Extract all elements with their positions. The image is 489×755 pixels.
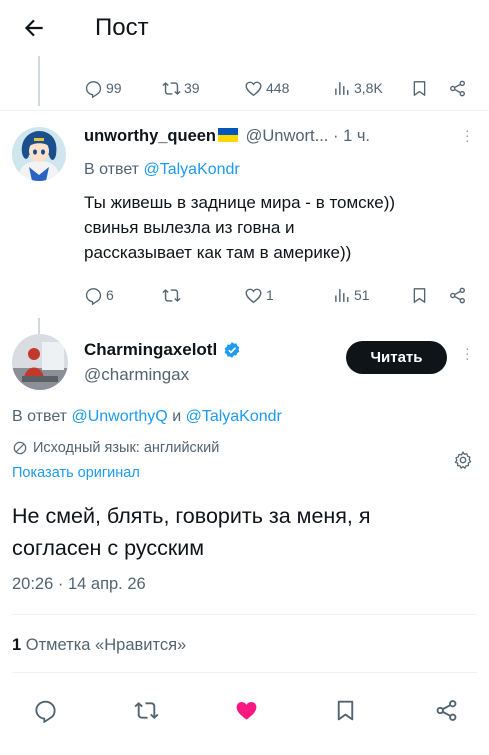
like-count: 1 [266, 287, 274, 303]
reply-button[interactable]: 99 [84, 76, 122, 100]
retweet-icon [134, 701, 158, 719]
translate-icon [13, 441, 27, 455]
reply-count: 6 [106, 287, 114, 303]
share-icon [450, 80, 465, 96]
ukraine-flag-icon [218, 128, 239, 142]
more-options-icon[interactable]: · · · [465, 341, 470, 365]
views-button[interactable]: 51 [332, 283, 370, 307]
reply-icon [85, 287, 102, 305]
retweet-button[interactable] [131, 695, 161, 725]
retweet-count: 39 [184, 80, 200, 96]
replying-to: В ответ @UnworthyQ и @TalyaKondr [12, 408, 282, 426]
views-icon [335, 81, 349, 95]
bookmark-icon [413, 287, 426, 303]
views-count: 3,8K [354, 80, 383, 96]
tweet-text: Ты живешь в заднице мира - в томске)) св… [84, 190, 479, 265]
verified-badge-icon [224, 342, 240, 358]
reply-tweet-header: unworthy_queen @Unwort... · 1 ч. [84, 127, 469, 151]
like-button[interactable] [231, 695, 261, 725]
like-button[interactable]: 448 [244, 76, 289, 100]
divider [0, 110, 489, 111]
views-count: 51 [354, 287, 370, 303]
heart-icon [245, 81, 262, 96]
handle[interactable]: @charmingax [84, 365, 189, 385]
reply-icon [34, 700, 56, 723]
reply-count: 99 [106, 80, 122, 96]
avatar[interactable] [12, 334, 68, 390]
tweet-text-line: свинья вылезла из говна и [84, 218, 295, 237]
username[interactable]: unworthy_queen [84, 127, 216, 145]
share-button[interactable] [448, 283, 467, 307]
bookmark-button[interactable] [330, 695, 360, 725]
avatar[interactable] [12, 127, 66, 181]
reply-button[interactable] [30, 695, 60, 725]
retweet-icon [162, 288, 181, 302]
share-icon [436, 699, 456, 721]
reply-button[interactable]: 6 [84, 283, 114, 307]
translation-note: Исходный язык: английский [12, 440, 219, 456]
divider [12, 614, 477, 615]
like-count: 448 [266, 80, 290, 96]
tweet-text-line: согласен с русским [12, 536, 205, 560]
post-timestamp[interactable]: 20:26 · 14 апр. 26 [12, 575, 146, 594]
follow-button[interactable]: Читать [346, 341, 447, 374]
main-tweet-actions [0, 695, 489, 729]
divider [12, 672, 477, 673]
show-original-link[interactable]: Показать оригинал [12, 465, 140, 481]
retweet-button[interactable] [162, 283, 181, 307]
handle[interactable]: @Unwort... [246, 127, 329, 145]
heart-filled-icon [236, 701, 256, 720]
likes-summary[interactable]: 1 Отметка «Нравится» [12, 636, 186, 655]
share-button[interactable] [448, 76, 467, 100]
bookmark-button[interactable] [410, 283, 429, 307]
likes-count: 1 [12, 636, 22, 654]
likes-label: Отметка «Нравится» [25, 636, 187, 654]
retweet-icon [162, 81, 181, 95]
replying-prefix: В ответ [12, 408, 68, 425]
display-name[interactable]: Charmingaxelotl [84, 340, 241, 360]
more-options-icon[interactable]: · · · [465, 123, 470, 147]
top-bar: Пост [0, 0, 489, 54]
tweet-text-line: Ты живешь в заднице мира - в томске)) [84, 193, 396, 212]
page-title: Пост [95, 14, 149, 41]
views-icon [335, 288, 349, 302]
views-button[interactable]: 3,8K [332, 76, 383, 100]
share-button[interactable] [431, 695, 461, 725]
gear-icon[interactable] [453, 450, 473, 470]
tweet-text: Не смей, блять, говорить за меня, я согл… [12, 500, 472, 564]
mention-link[interactable]: @UnworthyQ [71, 408, 167, 425]
bookmark-icon [337, 700, 353, 720]
reply-tweet-actions: 6 1 51 [84, 283, 469, 307]
username: Charmingaxelotl [84, 340, 218, 359]
back-arrow-icon[interactable] [18, 12, 50, 44]
like-button[interactable]: 1 [244, 283, 274, 307]
share-icon [450, 287, 465, 303]
replying-prefix: В ответ [84, 161, 140, 178]
tweet-text-line: Не смей, блять, говорить за меня, я [12, 504, 371, 528]
heart-icon [245, 288, 262, 303]
parent-tweet-actions: 99 39 448 3,8K [84, 76, 469, 100]
thread-connector [38, 56, 40, 106]
bookmark-icon [413, 80, 426, 96]
bookmark-button[interactable] [410, 76, 429, 100]
tweet-text-line: рассказывает как там в америке)) [84, 243, 352, 262]
mention-link[interactable]: @TalyaKondr [143, 161, 239, 178]
replying-and: и [172, 408, 182, 425]
mention-link[interactable]: @TalyaKondr [186, 408, 282, 425]
retweet-button[interactable]: 39 [162, 76, 200, 100]
replying-to: В ответ @TalyaKondr [84, 161, 240, 179]
post-time: · 1 ч. [332, 127, 371, 145]
translation-source: Исходный язык: английский [33, 440, 220, 456]
reply-icon [85, 80, 102, 98]
